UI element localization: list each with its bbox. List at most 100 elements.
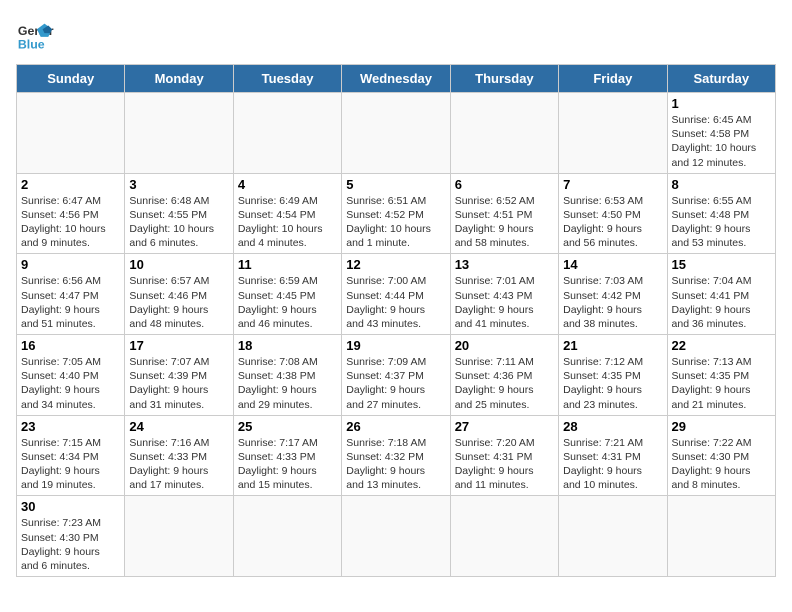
- day-info: Sunrise: 7:23 AM Sunset: 4:30 PM Dayligh…: [21, 516, 120, 573]
- calendar-cell: 6Sunrise: 6:52 AM Sunset: 4:51 PM Daylig…: [450, 173, 558, 254]
- day-number: 30: [21, 499, 120, 514]
- calendar-cell: 27 Sunrise: 7:20 AM Sunset: 4:31 PM Dayli…: [450, 415, 558, 496]
- day-info: Sunrise: 6:51 AM Sunset: 4:52 PM Dayligh…: [346, 194, 445, 251]
- day-number: 28: [563, 419, 662, 434]
- calendar-cell: 12 Sunrise: 7:00 AM Sunset: 4:44 PM Dayli…: [342, 254, 450, 335]
- day-header-sunday: Sunday: [17, 65, 125, 93]
- calendar-cell: 29Sunrise: 7:22 AM Sunset: 4:30 PM Dayli…: [667, 415, 775, 496]
- day-number: 1: [672, 96, 771, 111]
- calendar-cell: 17 Sunrise: 7:07 AM Sunset: 4:39 PM Dayli…: [125, 335, 233, 416]
- calendar-cell: 16 Sunrise: 7:05 AM Sunset: 4:40 PM Dayli…: [17, 335, 125, 416]
- calendar-cell: 28 Sunrise: 7:21 AM Sunset: 4:31 PM Dayli…: [559, 415, 667, 496]
- day-number: 26: [346, 419, 445, 434]
- day-info: Sunrise: 7:13 AM Sunset: 4:35 PM Dayligh…: [672, 355, 771, 412]
- day-info: Sunrise: 7:07 AM Sunset: 4:39 PM Dayligh…: [129, 355, 228, 412]
- day-info: Sunrise: 6:59 AM Sunset: 4:45 PM Dayligh…: [238, 274, 337, 331]
- generalblue-logo-icon: General Blue: [16, 16, 54, 54]
- day-number: 2: [21, 177, 120, 192]
- day-header-thursday: Thursday: [450, 65, 558, 93]
- calendar-cell: 11 Sunrise: 6:59 AM Sunset: 4:45 PM Dayli…: [233, 254, 341, 335]
- day-info: Sunrise: 7:00 AM Sunset: 4:44 PM Dayligh…: [346, 274, 445, 331]
- day-number: 3: [129, 177, 228, 192]
- day-number: 17: [129, 338, 228, 353]
- day-info: Sunrise: 7:20 AM Sunset: 4:31 PM Dayligh…: [455, 436, 554, 493]
- svg-text:Blue: Blue: [18, 37, 45, 51]
- day-info: Sunrise: 7:21 AM Sunset: 4:31 PM Dayligh…: [563, 436, 662, 493]
- day-header-monday: Monday: [125, 65, 233, 93]
- calendar-cell: 10Sunrise: 6:57 AM Sunset: 4:46 PM Dayli…: [125, 254, 233, 335]
- calendar-cell: 30 Sunrise: 7:23 AM Sunset: 4:30 PM Dayli…: [17, 496, 125, 577]
- day-number: 15: [672, 257, 771, 272]
- day-number: 11: [238, 257, 337, 272]
- calendar-cell: 25 Sunrise: 7:17 AM Sunset: 4:33 PM Dayli…: [233, 415, 341, 496]
- calendar-cell: 8Sunrise: 6:55 AM Sunset: 4:48 PM Daylig…: [667, 173, 775, 254]
- day-number: 9: [21, 257, 120, 272]
- calendar-cell: 19Sunrise: 7:09 AM Sunset: 4:37 PM Dayli…: [342, 335, 450, 416]
- day-number: 24: [129, 419, 228, 434]
- calendar-cell: 20 Sunrise: 7:11 AM Sunset: 4:36 PM Dayli…: [450, 335, 558, 416]
- calendar-cell: [233, 496, 341, 577]
- day-number: 13: [455, 257, 554, 272]
- calendar-week-5: 23Sunrise: 7:15 AM Sunset: 4:34 PM Dayli…: [17, 415, 776, 496]
- calendar-week-2: 2Sunrise: 6:47 AM Sunset: 4:56 PM Daylig…: [17, 173, 776, 254]
- day-header-tuesday: Tuesday: [233, 65, 341, 93]
- day-info: Sunrise: 7:03 AM Sunset: 4:42 PM Dayligh…: [563, 274, 662, 331]
- day-info: Sunrise: 6:45 AM Sunset: 4:58 PM Dayligh…: [672, 113, 771, 170]
- calendar-cell: 5 Sunrise: 6:51 AM Sunset: 4:52 PM Daylig…: [342, 173, 450, 254]
- day-number: 20: [455, 338, 554, 353]
- logo: General Blue: [16, 16, 54, 54]
- day-number: 25: [238, 419, 337, 434]
- day-info: Sunrise: 7:01 AM Sunset: 4:43 PM Dayligh…: [455, 274, 554, 331]
- calendar-week-3: 9 Sunrise: 6:56 AM Sunset: 4:47 PM Daylig…: [17, 254, 776, 335]
- calendar-cell: [125, 496, 233, 577]
- day-number: 18: [238, 338, 337, 353]
- calendar-cell: [342, 496, 450, 577]
- calendar-cell: 3 Sunrise: 6:48 AM Sunset: 4:55 PM Daylig…: [125, 173, 233, 254]
- calendar-cell: [450, 496, 558, 577]
- day-number: 7: [563, 177, 662, 192]
- day-info: Sunrise: 7:05 AM Sunset: 4:40 PM Dayligh…: [21, 355, 120, 412]
- day-info: Sunrise: 6:53 AM Sunset: 4:50 PM Dayligh…: [563, 194, 662, 251]
- day-info: Sunrise: 6:48 AM Sunset: 4:55 PM Dayligh…: [129, 194, 228, 251]
- day-number: 12: [346, 257, 445, 272]
- calendar-cell: 23Sunrise: 7:15 AM Sunset: 4:34 PM Dayli…: [17, 415, 125, 496]
- day-header-wednesday: Wednesday: [342, 65, 450, 93]
- day-info: Sunrise: 6:52 AM Sunset: 4:51 PM Dayligh…: [455, 194, 554, 251]
- day-number: 5: [346, 177, 445, 192]
- day-number: 29: [672, 419, 771, 434]
- day-info: Sunrise: 7:16 AM Sunset: 4:33 PM Dayligh…: [129, 436, 228, 493]
- day-number: 16: [21, 338, 120, 353]
- calendar-cell: [125, 93, 233, 174]
- day-info: Sunrise: 7:11 AM Sunset: 4:36 PM Dayligh…: [455, 355, 554, 412]
- day-info: Sunrise: 7:17 AM Sunset: 4:33 PM Dayligh…: [238, 436, 337, 493]
- day-info: Sunrise: 7:09 AM Sunset: 4:37 PM Dayligh…: [346, 355, 445, 412]
- day-number: 27: [455, 419, 554, 434]
- day-number: 23: [21, 419, 120, 434]
- day-info: Sunrise: 7:04 AM Sunset: 4:41 PM Dayligh…: [672, 274, 771, 331]
- day-info: Sunrise: 6:49 AM Sunset: 4:54 PM Dayligh…: [238, 194, 337, 251]
- calendar-cell: [342, 93, 450, 174]
- calendar-cell: 21 Sunrise: 7:12 AM Sunset: 4:35 PM Dayli…: [559, 335, 667, 416]
- calendar-cell: 7 Sunrise: 6:53 AM Sunset: 4:50 PM Daylig…: [559, 173, 667, 254]
- day-info: Sunrise: 7:12 AM Sunset: 4:35 PM Dayligh…: [563, 355, 662, 412]
- day-header-friday: Friday: [559, 65, 667, 93]
- calendar-cell: 9 Sunrise: 6:56 AM Sunset: 4:47 PM Daylig…: [17, 254, 125, 335]
- calendar-header-row: SundayMondayTuesdayWednesdayThursdayFrid…: [17, 65, 776, 93]
- day-number: 21: [563, 338, 662, 353]
- calendar-cell: 24 Sunrise: 7:16 AM Sunset: 4:33 PM Dayli…: [125, 415, 233, 496]
- calendar-cell: [559, 93, 667, 174]
- calendar-cell: [17, 93, 125, 174]
- day-number: 14: [563, 257, 662, 272]
- calendar-cell: 15 Sunrise: 7:04 AM Sunset: 4:41 PM Dayli…: [667, 254, 775, 335]
- day-number: 4: [238, 177, 337, 192]
- day-info: Sunrise: 6:56 AM Sunset: 4:47 PM Dayligh…: [21, 274, 120, 331]
- calendar-cell: 26 Sunrise: 7:18 AM Sunset: 4:32 PM Dayli…: [342, 415, 450, 496]
- calendar-cell: 1 Sunrise: 6:45 AM Sunset: 4:58 PM Daylig…: [667, 93, 775, 174]
- day-info: Sunrise: 7:18 AM Sunset: 4:32 PM Dayligh…: [346, 436, 445, 493]
- calendar-week-4: 16 Sunrise: 7:05 AM Sunset: 4:40 PM Dayli…: [17, 335, 776, 416]
- calendar-cell: [559, 496, 667, 577]
- day-number: 22: [672, 338, 771, 353]
- calendar-cell: 4 Sunrise: 6:49 AM Sunset: 4:54 PM Daylig…: [233, 173, 341, 254]
- calendar-cell: 14 Sunrise: 7:03 AM Sunset: 4:42 PM Dayli…: [559, 254, 667, 335]
- day-number: 8: [672, 177, 771, 192]
